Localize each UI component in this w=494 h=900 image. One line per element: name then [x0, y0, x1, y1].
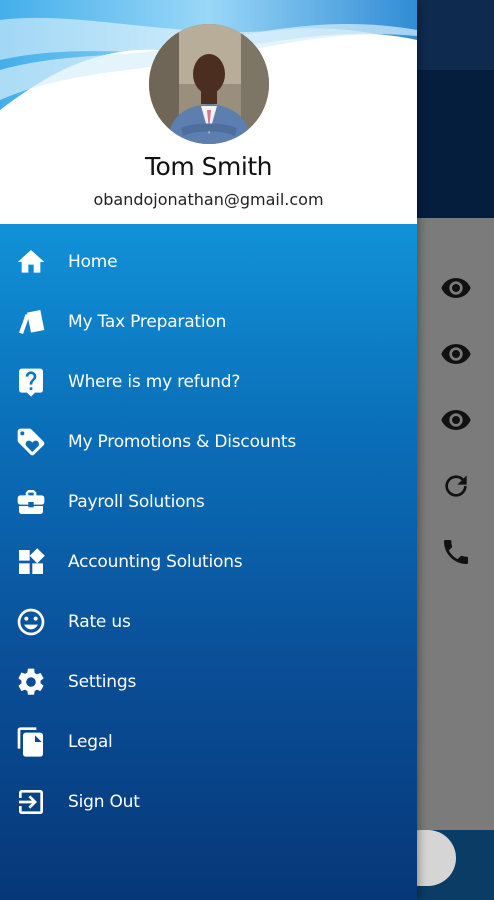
menu-item-label: Sign Out [68, 792, 140, 812]
widgets-icon [14, 545, 48, 579]
eye-icon[interactable] [436, 268, 476, 308]
menu-item-label: Settings [68, 672, 137, 692]
eye-icon[interactable] [436, 400, 476, 440]
phone-icon[interactable] [436, 532, 476, 572]
menu-item-accounting[interactable]: Accounting Solutions [0, 532, 417, 592]
gear-icon [14, 665, 48, 699]
menu-item-label: Payroll Solutions [68, 492, 205, 512]
menu-item-refund[interactable]: Where is my refund? [0, 352, 417, 412]
documents-icon [14, 725, 48, 759]
menu-item-settings[interactable]: Settings [0, 652, 417, 712]
menu-item-label: Rate us [68, 612, 131, 632]
user-name: Tom Smith [145, 152, 272, 181]
menu-item-legal[interactable]: Legal [0, 712, 417, 772]
tag-heart-icon [14, 425, 48, 459]
menu-item-label: Where is my refund? [68, 372, 241, 392]
menu-item-home[interactable]: Home [0, 232, 417, 292]
menu-item-rate-us[interactable]: Rate us [0, 592, 417, 652]
eye-icon[interactable] [436, 334, 476, 374]
menu-item-sign-out[interactable]: Sign Out [0, 772, 417, 832]
menu-item-promotions[interactable]: My Promotions & Discounts [0, 412, 417, 472]
sign-out-icon [14, 785, 48, 819]
home-icon [14, 245, 48, 279]
avatar[interactable] [149, 24, 269, 144]
user-email: obandojonathan@gmail.com [93, 190, 324, 209]
menu-item-tax-preparation[interactable]: My Tax Preparation [0, 292, 417, 352]
menu-item-label: Accounting Solutions [68, 552, 243, 572]
background-top-bar [417, 0, 494, 70]
drawer-menu: Home My Tax Preparation Where is my refu… [0, 224, 417, 900]
refresh-icon[interactable] [436, 466, 476, 506]
briefcase-icon [14, 485, 48, 519]
tax-cards-icon [14, 305, 48, 339]
background-header [417, 70, 494, 218]
smiley-icon [14, 605, 48, 639]
help-icon [14, 365, 48, 399]
navigation-drawer: Tom Smith obandojonathan@gmail.com Home … [0, 0, 417, 900]
menu-item-payroll[interactable]: Payroll Solutions [0, 472, 417, 532]
menu-item-label: My Promotions & Discounts [68, 432, 297, 452]
menu-item-label: Home [68, 252, 118, 272]
drawer-header: Tom Smith obandojonathan@gmail.com [0, 0, 417, 224]
menu-item-label: My Tax Preparation [68, 312, 227, 332]
menu-item-label: Legal [68, 732, 113, 752]
